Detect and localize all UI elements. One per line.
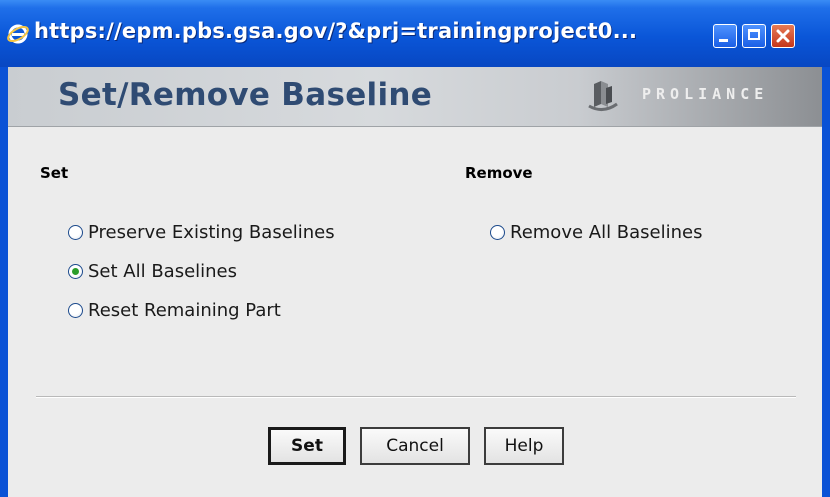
radio-label: Remove All Baselines [510, 221, 703, 243]
internet-explorer-icon [7, 24, 29, 44]
dialog-header: Set/Remove Baseline PROLIANCE [8, 67, 822, 127]
radio-label: Preserve Existing Baselines [88, 221, 335, 243]
divider [36, 396, 796, 398]
radio-preserve-existing-baselines[interactable]: Preserve Existing Baselines [68, 220, 335, 244]
set-section-label: Set [40, 164, 69, 182]
radio-button-selected[interactable] [68, 263, 83, 279]
close-button[interactable] [771, 24, 795, 48]
set-button[interactable]: Set [268, 427, 346, 465]
close-icon [776, 29, 790, 43]
proliance-logo-icon [588, 81, 618, 111]
radio-label: Reset Remaining Part [88, 299, 281, 321]
dialog-body: Set Remove Preserve Existing Baselines S… [8, 127, 822, 497]
cancel-button[interactable]: Cancel [360, 427, 470, 465]
radio-button[interactable] [68, 224, 83, 240]
proliance-logo-text: PROLIANCE [642, 85, 769, 103]
radio-button[interactable] [68, 302, 83, 318]
maximize-button[interactable] [742, 24, 766, 48]
radio-reset-remaining-part[interactable]: Reset Remaining Part [68, 298, 281, 322]
window-title: https://epm.pbs.gsa.gov/?&prj=trainingpr… [34, 19, 638, 43]
remove-section-label: Remove [465, 164, 533, 182]
page-title: Set/Remove Baseline [58, 77, 433, 113]
window-frame-left [0, 67, 8, 497]
radio-label: Set All Baselines [88, 260, 238, 282]
help-button[interactable]: Help [484, 427, 564, 465]
radio-remove-all-baselines[interactable]: Remove All Baselines [490, 220, 703, 244]
minimize-button[interactable] [713, 24, 737, 48]
radio-set-all-baselines[interactable]: Set All Baselines [68, 259, 237, 283]
window-titlebar[interactable]: https://epm.pbs.gsa.gov/?&prj=trainingpr… [0, 0, 830, 67]
window-frame-right [822, 67, 830, 497]
radio-button[interactable] [490, 224, 505, 240]
